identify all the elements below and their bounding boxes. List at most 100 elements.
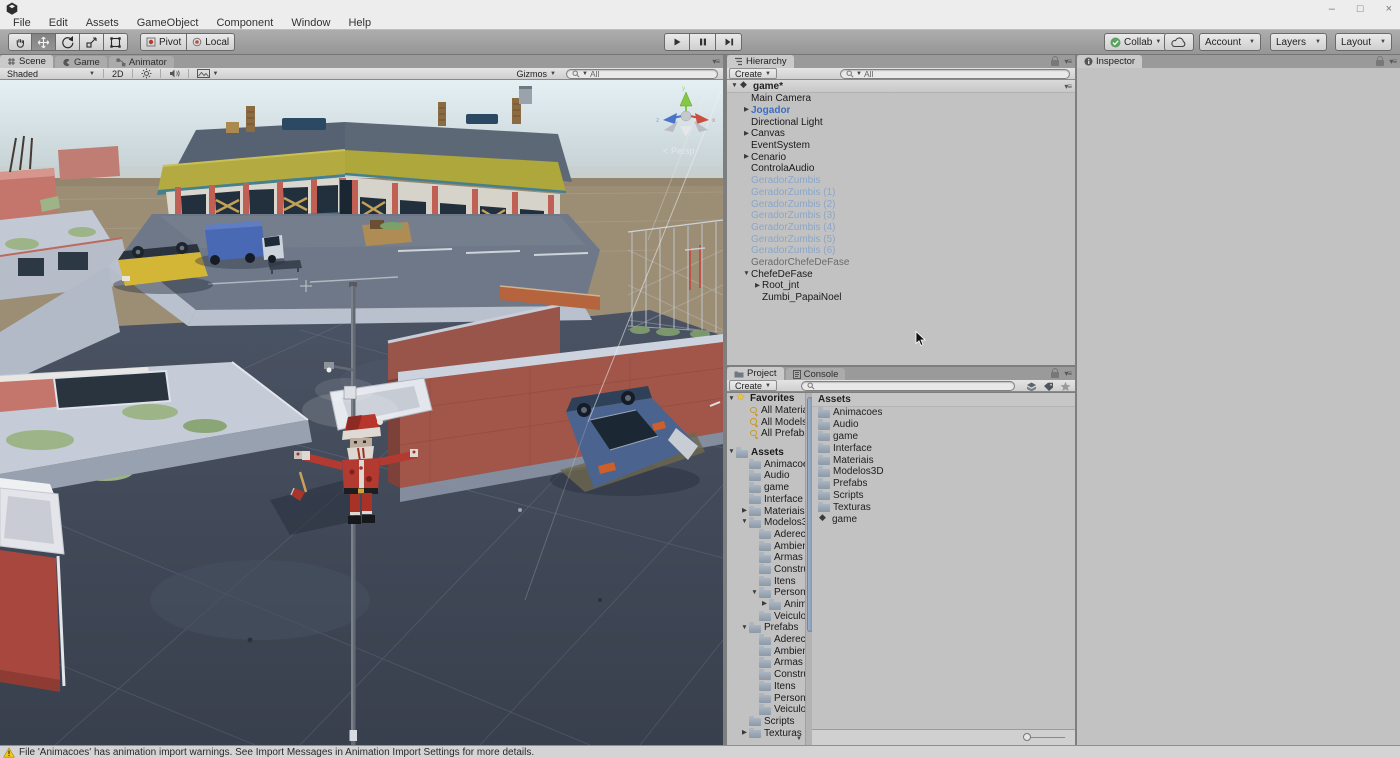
menu-item[interactable]: Help <box>339 17 380 30</box>
hierarchy-item[interactable]: GeradorZumbis (6) <box>727 245 1075 257</box>
project-tree-item[interactable]: Construcoes <box>727 669 805 681</box>
project-tree-item[interactable]: Itens <box>727 681 805 693</box>
project-tree-item[interactable]: All Materials <box>727 405 805 417</box>
panel-menu-icon[interactable]: ▾≡ <box>1064 57 1071 66</box>
project-tree-item[interactable]: Aderecos <box>727 529 805 541</box>
menu-item[interactable]: Assets <box>77 17 128 30</box>
hierarchy-item[interactable]: EventSystem <box>727 140 1075 152</box>
project-tree-item[interactable]: game <box>727 482 805 494</box>
menu-item[interactable]: Window <box>282 17 339 30</box>
shading-mode-dropdown[interactable]: Shaded▼ <box>2 68 100 80</box>
project-tree-item[interactable]: ▶Animacoes <box>727 599 805 611</box>
close-button[interactable]: × <box>1386 3 1392 15</box>
project-tree-item[interactable]: Veiculos <box>727 610 805 622</box>
project-tree-item[interactable]: ▼Assets <box>727 447 805 459</box>
pivot-toggle-button[interactable]: Pivot <box>140 33 187 51</box>
project-tree-item[interactable]: Armas <box>727 657 805 669</box>
tab-inspector[interactable]: Inspector <box>1077 55 1142 68</box>
project-search-input[interactable] <box>801 381 1015 391</box>
layout-dropdown[interactable]: Layout▼ <box>1335 33 1392 51</box>
scene-row-menu-icon[interactable]: ▾≡ <box>1064 82 1071 91</box>
move-tool-button[interactable] <box>32 33 56 51</box>
tab-game[interactable]: Game <box>55 56 107 68</box>
hierarchy-item[interactable]: Directional Light <box>727 116 1075 128</box>
menu-item[interactable]: GameObject <box>128 17 208 30</box>
rotate-tool-button[interactable] <box>56 33 80 51</box>
menu-item[interactable]: Edit <box>40 17 77 30</box>
project-tree-item[interactable]: Armas <box>727 552 805 564</box>
label-tag-icon[interactable] <box>1043 382 1054 392</box>
project-tree-item[interactable]: All Prefabs <box>727 428 805 440</box>
hierarchy-item[interactable]: Zumbi_PapaiNoel <box>727 292 1075 304</box>
project-tree-item[interactable]: ▼Personagens <box>727 587 805 599</box>
panel-menu-icon[interactable]: ▾≡ <box>1389 57 1396 66</box>
project-file-item[interactable]: game <box>812 431 1075 443</box>
hierarchy-search-input[interactable]: ▼ All <box>840 69 1070 79</box>
hierarchy-item[interactable]: ▶Cenario <box>727 151 1075 163</box>
hierarchy-item[interactable]: ▼ChefeDeFase <box>727 268 1075 280</box>
project-create-button[interactable]: Create▼ <box>729 380 777 391</box>
project-tree-item[interactable] <box>727 440 805 447</box>
hierarchy-item[interactable]: ▶Jogador <box>727 105 1075 117</box>
scene-search-input[interactable]: ▼ All <box>566 69 718 79</box>
project-file-item[interactable]: Animacoes <box>812 407 1075 419</box>
lock-icon[interactable] <box>1376 60 1384 66</box>
panel-menu-icon[interactable]: ▾≡ <box>1064 369 1071 378</box>
project-tree-item[interactable]: ▶Texturas <box>727 727 805 739</box>
persp-indicator[interactable]: < Persp <box>663 146 695 156</box>
hand-tool-button[interactable] <box>8 33 32 51</box>
hierarchy-item[interactable]: GeradorChefeDeFase <box>727 257 1075 269</box>
project-tree-item[interactable]: Scripts <box>727 716 805 728</box>
project-tree-item[interactable]: Audio <box>727 470 805 482</box>
menu-item[interactable]: File <box>4 17 40 30</box>
scale-tool-button[interactable] <box>80 33 104 51</box>
effects-dropdown[interactable]: ▼ <box>192 68 224 80</box>
project-tree-item[interactable]: ▼Favorites <box>727 393 805 405</box>
project-tree-item[interactable]: Personagens <box>727 692 805 704</box>
tab-scene[interactable]: Scene <box>0 55 53 68</box>
gizmos-dropdown[interactable]: Gizmos▼ <box>512 68 561 80</box>
account-dropdown[interactable]: Account▼ <box>1199 33 1261 51</box>
hierarchy-item[interactable]: GeradorZumbis (5) <box>727 233 1075 245</box>
project-tree-item[interactable]: Animacoes <box>727 458 805 470</box>
tab-animator[interactable]: Animator <box>109 56 174 68</box>
cloud-button[interactable] <box>1164 33 1194 51</box>
project-tree-item[interactable]: Construcoes <box>727 564 805 576</box>
project-tree-item[interactable]: ▼Prefabs <box>727 622 805 634</box>
rect-tool-button[interactable] <box>104 33 128 51</box>
favorite-star-icon[interactable] <box>1060 381 1071 392</box>
pause-button[interactable] <box>690 33 716 51</box>
zoom-slider-knob[interactable] <box>1023 733 1031 741</box>
hierarchy-item[interactable]: GeradorZumbis (3) <box>727 210 1075 222</box>
hierarchy-item[interactable]: ControlaAudio <box>727 163 1075 175</box>
project-file-item[interactable]: Interface <box>812 442 1075 454</box>
project-file-item[interactable]: Audio <box>812 419 1075 431</box>
lighting-toggle-button[interactable] <box>136 68 157 80</box>
local-toggle-button[interactable]: Local <box>187 33 235 51</box>
hierarchy-scene-row[interactable]: ▼ game* ▾≡ <box>727 80 1075 93</box>
collab-button[interactable]: Collab▼ <box>1104 33 1167 51</box>
project-file-item[interactable]: Materiais <box>812 454 1075 466</box>
layers-dropdown[interactable]: Layers▼ <box>1270 33 1327 51</box>
project-tree-item[interactable]: Itens <box>727 575 805 587</box>
lock-icon[interactable] <box>1051 372 1059 378</box>
minimize-button[interactable]: – <box>1329 3 1335 15</box>
project-tree-item[interactable]: Veiculos <box>727 704 805 716</box>
panel-menu-icon[interactable]: ▾≡ <box>712 57 719 66</box>
asset-package-icon[interactable] <box>1026 382 1037 392</box>
audio-toggle-button[interactable] <box>164 68 185 80</box>
project-tree-item[interactable]: Ambiente <box>727 540 805 552</box>
project-tree-item[interactable]: ▶Materiais <box>727 505 805 517</box>
hierarchy-item[interactable]: GeradorZumbis (4) <box>727 222 1075 234</box>
maximize-button[interactable]: □ <box>1357 3 1364 15</box>
2d-toggle-button[interactable]: 2D <box>107 68 129 80</box>
zoom-slider-track[interactable] <box>1025 737 1065 738</box>
tab-project[interactable]: Project <box>727 367 784 380</box>
project-file-item[interactable]: Scripts <box>812 490 1075 502</box>
tab-hierarchy[interactable]: Hierarchy <box>727 55 794 68</box>
project-tree-item[interactable]: Interface <box>727 494 805 506</box>
project-tree-item[interactable]: All Models <box>727 416 805 428</box>
play-button[interactable] <box>664 33 690 51</box>
tab-console[interactable]: Console <box>786 368 846 380</box>
project-file-item[interactable]: Prefabs <box>812 478 1075 490</box>
